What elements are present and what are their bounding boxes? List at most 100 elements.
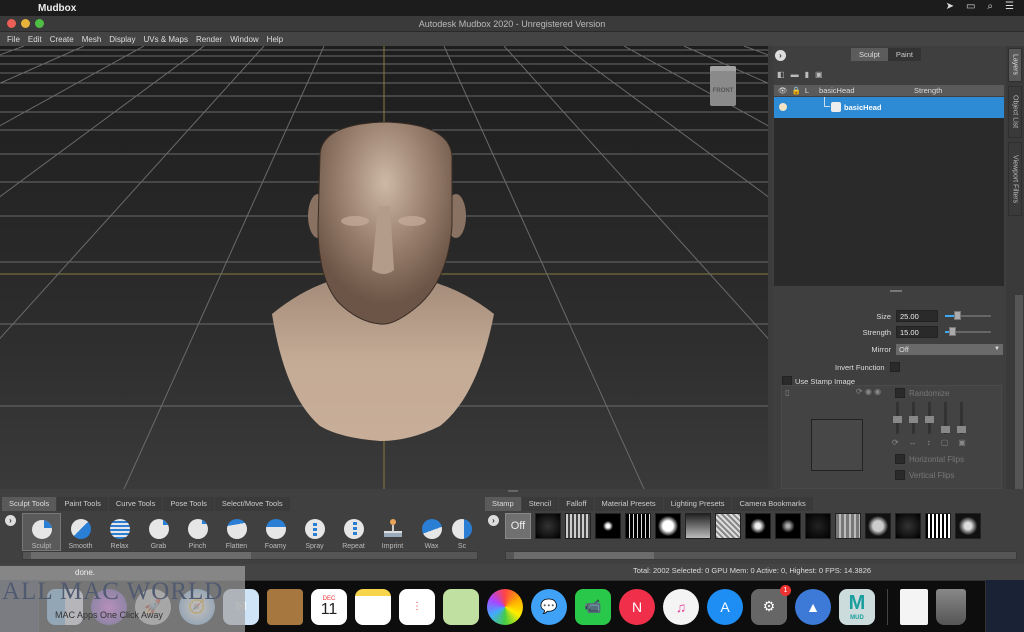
- menu-edit[interactable]: Edit: [24, 35, 46, 44]
- side-tab-layers[interactable]: Layers: [1008, 48, 1022, 82]
- strength-random-slider[interactable]: [957, 402, 966, 434]
- tool-relax[interactable]: Relax: [100, 513, 139, 551]
- dock-document[interactable]: [900, 588, 928, 625]
- rotate-slider[interactable]: [893, 402, 902, 434]
- search-icon[interactable]: ⌕: [987, 1, 993, 12]
- stamp-thumbnail[interactable]: [955, 513, 981, 539]
- vertical-slider[interactable]: [925, 402, 934, 434]
- stamp-thumbnail[interactable]: [685, 513, 711, 539]
- folder-icon[interactable]: ▬: [791, 70, 799, 79]
- tool-tray-scrollbar[interactable]: [22, 551, 478, 560]
- properties-scrollbar[interactable]: [1015, 295, 1023, 489]
- tab-paint-tools[interactable]: Paint Tools: [57, 497, 108, 511]
- tab-sculpt-tools[interactable]: Sculpt Tools: [2, 497, 57, 511]
- 3d-viewport[interactable]: FRONT: [0, 46, 768, 489]
- tab-stamp[interactable]: Stamp: [485, 497, 521, 511]
- tool-foamy[interactable]: Foamy: [256, 513, 295, 551]
- dock-contacts[interactable]: [267, 588, 303, 625]
- dock-maps[interactable]: [443, 588, 479, 625]
- menu-display[interactable]: Display: [105, 35, 139, 44]
- tray-resize-handle[interactable]: [508, 490, 518, 492]
- viewcube[interactable]: FRONT: [710, 66, 736, 106]
- stamp-thumbnail[interactable]: [745, 513, 771, 539]
- size-slider[interactable]: [945, 311, 991, 320]
- visibility-dot-icon[interactable]: [779, 103, 787, 111]
- stamp-thumbnail[interactable]: [535, 513, 561, 539]
- size-input[interactable]: 25.00: [896, 310, 938, 322]
- dock-photos[interactable]: [487, 588, 523, 625]
- menu-uvs-maps[interactable]: UVs & Maps: [140, 35, 192, 44]
- side-tab-viewport-filters[interactable]: Viewport Filters: [1008, 142, 1022, 216]
- invert-checkbox[interactable]: [889, 362, 900, 372]
- layer-row-selected[interactable]: basicHead: [774, 97, 1004, 118]
- dock-messages[interactable]: 💬: [531, 588, 567, 625]
- basic-head-model[interactable]: [0, 46, 768, 489]
- tab-falloff[interactable]: Falloff: [559, 497, 594, 511]
- tool-flatten[interactable]: Flatten: [217, 513, 256, 551]
- tool-spray[interactable]: Spray: [295, 513, 334, 551]
- tool-tray-expand-icon[interactable]: ›: [5, 515, 16, 526]
- tab-curve-tools[interactable]: Curve Tools: [108, 497, 163, 511]
- dock-system-preferences[interactable]: ⚙ 1: [751, 584, 791, 625]
- stamp-thumbnail[interactable]: [805, 513, 831, 539]
- tool-scrape[interactable]: Sc: [451, 513, 473, 551]
- dock-notes[interactable]: [355, 588, 391, 625]
- tab-sculpt[interactable]: Sculpt: [851, 48, 888, 61]
- tab-select-move-tools[interactable]: Select/Move Tools: [214, 497, 290, 511]
- side-tab-object-list[interactable]: Object List: [1008, 86, 1022, 138]
- tab-lighting-presets[interactable]: Lighting Presets: [663, 497, 732, 511]
- mirror-select[interactable]: Off ▼: [896, 344, 1003, 355]
- menu-help[interactable]: Help: [263, 35, 287, 44]
- tab-paint[interactable]: Paint: [887, 48, 921, 61]
- new-layer-icon[interactable]: ◧: [777, 70, 785, 79]
- strength-input[interactable]: 15.00: [896, 326, 938, 338]
- menu-file[interactable]: File: [3, 35, 24, 44]
- stamp-thumbnail[interactable]: [625, 513, 651, 539]
- dock-news[interactable]: N: [619, 588, 655, 625]
- vertical-flips-checkbox[interactable]: [895, 470, 905, 480]
- tool-smooth[interactable]: Smooth: [61, 513, 100, 551]
- tool-pinch[interactable]: Pinch: [178, 513, 217, 551]
- menu-mesh[interactable]: Mesh: [78, 35, 106, 44]
- horizontal-slider[interactable]: [909, 402, 918, 434]
- stamp-thumbnail[interactable]: [595, 513, 621, 539]
- expand-arrow-icon[interactable]: ›: [775, 50, 786, 61]
- dock-facetime[interactable]: 📹: [575, 588, 611, 625]
- stamp-thumbnail[interactable]: [895, 513, 921, 539]
- tab-camera-bookmarks[interactable]: Camera Bookmarks: [732, 497, 813, 511]
- merge-layer-icon[interactable]: ▣: [815, 70, 823, 79]
- tool-repeat[interactable]: Repeat: [334, 513, 373, 551]
- scale-slider[interactable]: [941, 402, 950, 434]
- tool-grab[interactable]: Grab: [139, 513, 178, 551]
- tool-wax[interactable]: Wax: [412, 513, 451, 551]
- menu-window[interactable]: Window: [226, 35, 262, 44]
- app-menu-name[interactable]: Mudbox: [38, 3, 76, 14]
- stamp-tray-scrollbar[interactable]: [505, 551, 1017, 560]
- menu-create[interactable]: Create: [46, 35, 78, 44]
- tab-stencil[interactable]: Stencil: [521, 497, 559, 511]
- stamp-thumbnail[interactable]: [865, 513, 891, 539]
- randomize-checkbox[interactable]: [895, 388, 905, 398]
- horizontal-flips-checkbox[interactable]: [895, 454, 905, 464]
- stamp-thumbnail[interactable]: [655, 513, 681, 539]
- dock-calendar[interactable]: DEC 11: [311, 588, 347, 625]
- location-icon[interactable]: ➤: [946, 1, 954, 12]
- control-center-icon[interactable]: ☰: [1005, 1, 1014, 12]
- trash-icon[interactable]: ▮: [805, 70, 809, 79]
- tool-imprint[interactable]: Imprint: [373, 513, 412, 551]
- dock-trash[interactable]: [936, 588, 966, 625]
- menu-render[interactable]: Render: [192, 35, 226, 44]
- resize-handle[interactable]: [890, 290, 902, 292]
- dock-app-store[interactable]: A: [707, 588, 743, 625]
- stamp-thumbnail[interactable]: [835, 513, 861, 539]
- stamp-tray-expand-icon[interactable]: ›: [488, 515, 499, 526]
- dock-itunes[interactable]: ♫: [663, 588, 699, 625]
- stamp-thumbnail[interactable]: [925, 513, 951, 539]
- tab-material-presets[interactable]: Material Presets: [594, 497, 663, 511]
- stamp-off-button[interactable]: Off: [505, 513, 531, 539]
- stamp-thumbnail[interactable]: [565, 513, 591, 539]
- tab-pose-tools[interactable]: Pose Tools: [163, 497, 214, 511]
- strength-slider[interactable]: [945, 327, 991, 336]
- stamp-thumbnail[interactable]: [775, 513, 801, 539]
- dock-mudbox[interactable]: M MUD: [839, 588, 875, 625]
